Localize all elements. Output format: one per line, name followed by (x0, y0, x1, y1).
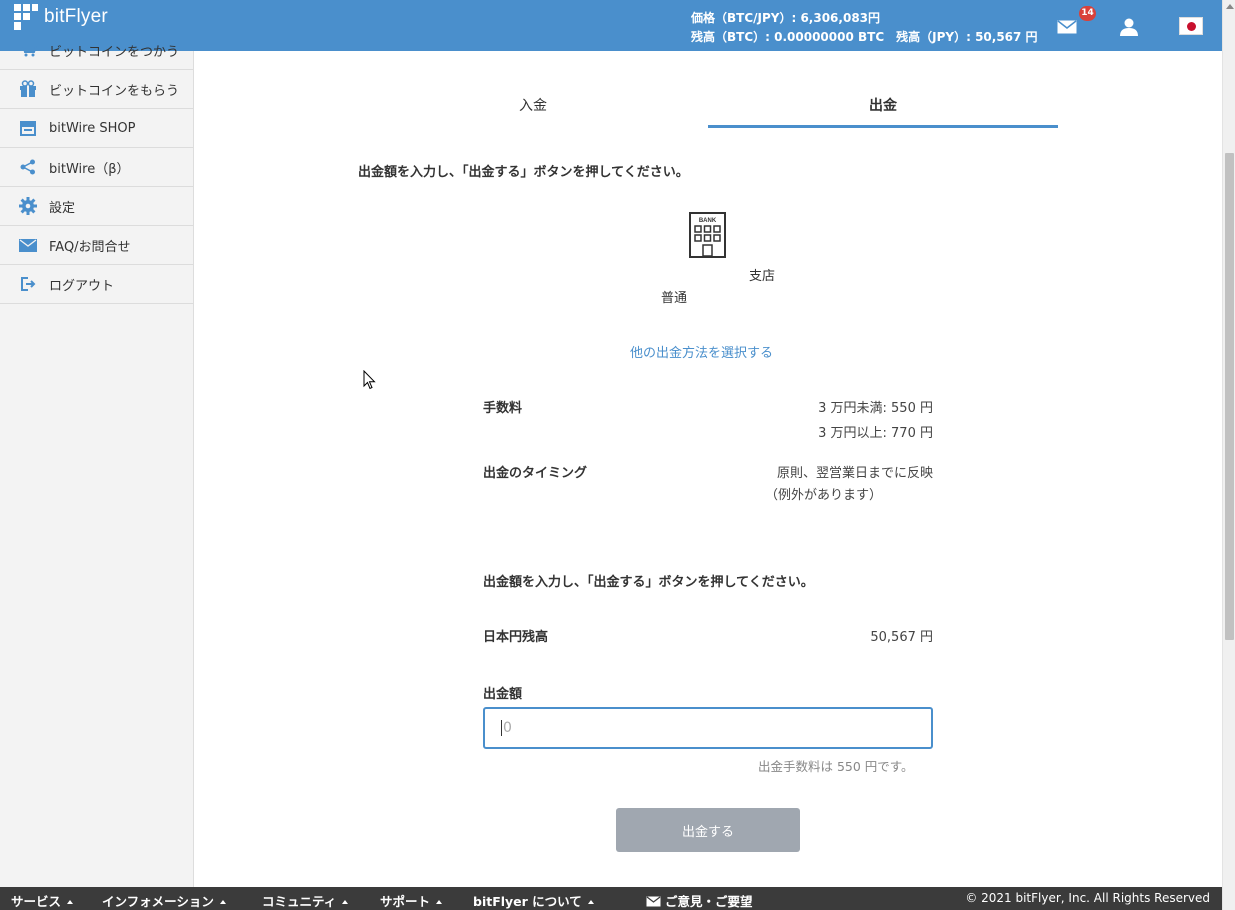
sidebar-item-label: 設定 (49, 200, 76, 216)
instruction-text: 出金額を入力し、「出金する」ボタンを押してください。 (358, 165, 689, 180)
btc-price: 価格（BTC/JPY）: 6,306,083円 (691, 11, 881, 25)
withdraw-submit-button[interactable]: 出金する (616, 808, 800, 852)
logo-text: bitFlyer (44, 6, 108, 27)
logout-icon (18, 275, 37, 294)
amount-placeholder: 0 (503, 720, 512, 736)
share-icon (18, 158, 37, 177)
jpy-balance-value: 50,567 円 (870, 630, 933, 645)
other-withdraw-method-link[interactable]: 他の出金方法を選択する (630, 342, 773, 361)
tab-deposit[interactable]: 入金 (519, 95, 547, 115)
gift-icon (18, 80, 37, 99)
fee-over-30k: 3 万円以上: 770 円 (818, 426, 933, 441)
sidebar-item-label: ビットコインをつかう (49, 44, 180, 60)
timing-value: 原則、翌営業日までに反映 (776, 466, 933, 481)
timing-label: 出金のタイミング (483, 466, 588, 481)
amount-input[interactable]: 0 (483, 707, 933, 749)
sidebar-item-get-bitcoin[interactable]: ビットコインをもらう (0, 70, 193, 109)
timing-exception: （例外があります） (765, 488, 883, 503)
fee-note: 出金手数料は 550 円です。 (758, 759, 914, 774)
footer-feedback[interactable]: ご意見・ご要望 (646, 891, 753, 910)
sidebar-item-settings[interactable]: 設定 (0, 187, 193, 226)
sidebar-item-faq[interactable]: FAQ/お問合せ (0, 226, 193, 265)
cart-icon (18, 41, 37, 60)
scroll-thumb[interactable] (1225, 153, 1234, 640)
amount-label: 出金額 (483, 687, 523, 702)
sidebar: ビットコインをつかう ビットコインをもらう bitWire SHOP bitWi… (0, 43, 194, 887)
caret-up-icon (587, 900, 594, 904)
caret-up-icon (67, 900, 74, 904)
caret-up-icon (219, 900, 226, 904)
sidebar-item-label: bitWire（β） (49, 161, 130, 177)
sidebar-item-label: FAQ/お問合せ (49, 239, 131, 255)
main-content: 入金 出金 出金額を入力し、「出金する」ボタンを押してください。 BANK 支店… (194, 51, 1222, 887)
sidebar-item-label: ビットコインをもらう (49, 83, 180, 99)
footer-community[interactable]: コミュニティ (262, 891, 349, 910)
vertical-scrollbar[interactable] (1222, 0, 1235, 910)
sidebar-item-bitwire-shop[interactable]: bitWire SHOP (0, 109, 193, 148)
active-tab-indicator (708, 125, 1058, 128)
mail-icon (646, 896, 661, 907)
jpy-balance-label: 日本円残高 (483, 630, 549, 645)
sidebar-item-logout[interactable]: ログアウト (0, 265, 193, 304)
mouse-pointer-icon (363, 369, 376, 394)
footer-support[interactable]: サポート (380, 891, 443, 910)
fee-under-30k: 3 万円未満: 550 円 (818, 401, 933, 416)
user-icon[interactable] (1119, 17, 1139, 41)
shop-icon (18, 119, 37, 138)
tab-withdraw[interactable]: 出金 (869, 95, 897, 115)
footer-bar: サービス インフォメーション コミュニティ サポート bitFlyer について… (0, 887, 1222, 910)
caret-up-icon (342, 900, 349, 904)
caret-up-icon (436, 900, 443, 904)
footer-information[interactable]: インフォメーション (102, 891, 226, 910)
sidebar-item-use-bitcoin[interactable]: ビットコインをつかう (0, 31, 193, 70)
sidebar-item-label: bitWire SHOP (49, 120, 136, 136)
footer-about[interactable]: bitFlyer について (473, 891, 594, 910)
bank-branch: 支店 (749, 269, 776, 284)
fee-label: 手数料 (483, 401, 523, 416)
price-balance-info: 価格（BTC/JPY）: 6,306,083円 残高（BTC）: 0.00000… (691, 9, 1038, 47)
copyright-text: © 2021 bitFlyer, Inc. All Rights Reserve… (965, 891, 1210, 905)
bitflyer-logo-mark-icon (14, 4, 38, 30)
sidebar-item-bitwire[interactable]: bitWire（β） (0, 148, 193, 187)
sidebar-item-label: ログアウト (49, 278, 115, 294)
bank-icon: BANK (689, 212, 726, 262)
balances: 残高（BTC）: 0.00000000 BTC 残高（JPY）: 50,567 … (691, 30, 1038, 44)
mail-icon[interactable] (1057, 20, 1077, 38)
account-type: 普通 (661, 291, 688, 306)
scroll-up-arrow-icon[interactable] (1226, 4, 1234, 9)
gear-icon (18, 197, 37, 216)
notification-badge[interactable]: 14 (1079, 6, 1096, 21)
bank-icon-label: BANK (699, 218, 717, 224)
footer-services[interactable]: サービス (11, 891, 74, 910)
japan-flag-icon[interactable] (1179, 17, 1203, 35)
bitflyer-logo[interactable]: bitFlyer (14, 4, 108, 30)
form-instruction: 出金額を入力し、「出金する」ボタンを押してください。 (483, 575, 814, 590)
mail-icon (18, 236, 37, 255)
text-caret (501, 720, 502, 736)
